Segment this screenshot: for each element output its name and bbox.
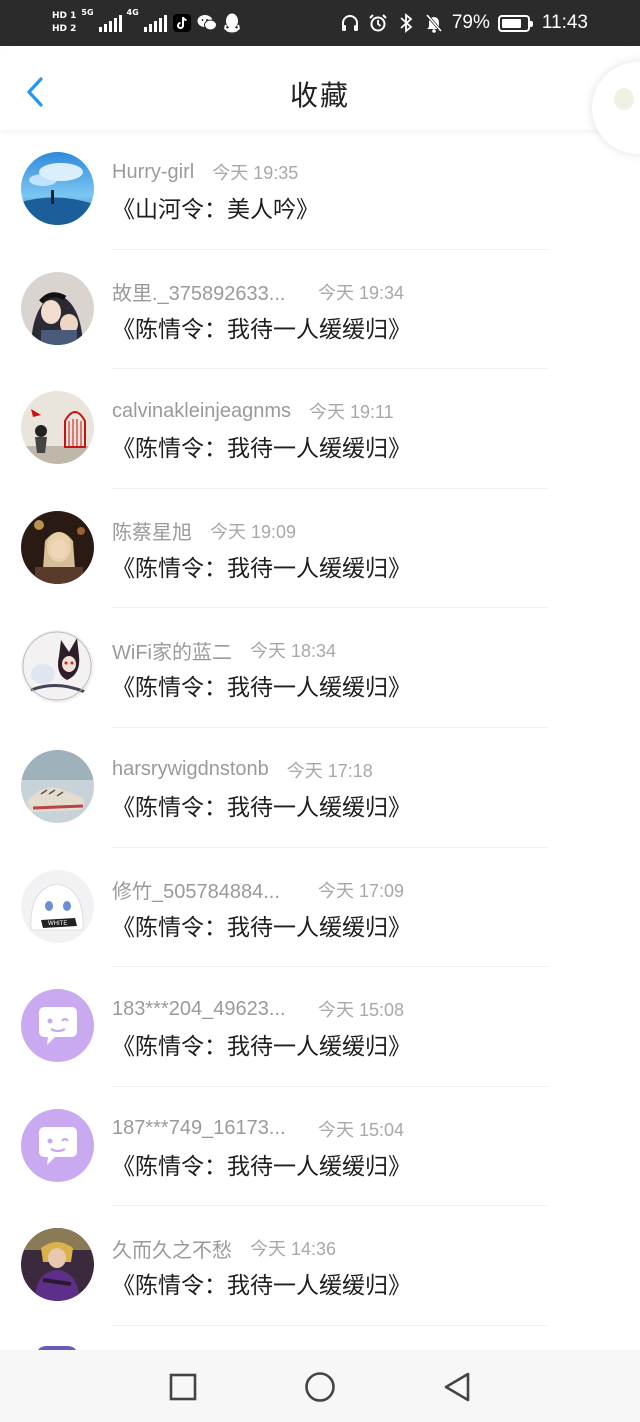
status-left: HD 1 HD 2 5G 4G [52, 6, 242, 40]
bluetooth-icon [396, 13, 416, 33]
wechat-icon [197, 13, 217, 33]
item-meta: calvinakleinjeagnms 今天 19:11 [112, 397, 394, 425]
favorite-item[interactable]: 187***749_16173... 今天 15:04 《陈情令：我待一人缓缓归》 [0, 1087, 640, 1207]
timestamp: 今天 17:09 [318, 880, 405, 901]
item-meta: harsrywigdnstonb 今天 17:18 [112, 756, 373, 784]
timestamp: 今天 19:35 [212, 163, 299, 183]
username[interactable]: 修竹_505784884... [112, 875, 300, 904]
hd2-label: HD 2 [52, 24, 77, 34]
username[interactable]: 久而久之不愁 [112, 1234, 232, 1263]
username[interactable]: 陈蔡星旭 [112, 516, 192, 545]
timestamp: 今天 18:34 [249, 641, 337, 662]
favorite-title[interactable]: 《陈情令：我待一人缓缓归》 [112, 1147, 411, 1181]
username[interactable]: 183***204_49623... [112, 998, 300, 1021]
favorite-title[interactable]: 《陈情令：我待一人缓缓归》 [112, 788, 411, 822]
network-4g-label: 4G [126, 8, 139, 17]
back-triangle-icon [444, 1372, 470, 1402]
username[interactable]: calvinakleinjeagnms [112, 400, 291, 423]
network-5g-label: 5G [81, 8, 94, 17]
favorite-title[interactable]: 《陈情令：我待一人缓缓归》 [112, 1027, 411, 1061]
favorites-list: Hurry-girl 今天 19:35 《山河令：美人吟》故里._375892633… [0, 130, 640, 1326]
favorite-item[interactable]: harsrywigdnstonb 今天 17:18 《陈情令：我待一人缓缓归》 [0, 728, 640, 848]
home-button[interactable] [303, 1370, 337, 1404]
timestamp: 今天 15:08 [318, 1000, 405, 1021]
avatar[interactable] [21, 989, 94, 1063]
status-right: 79% 11:43 [340, 0, 588, 46]
timestamp: 今天 19:09 [210, 521, 297, 542]
favorite-title[interactable]: 《陈情令：我待一人缓缓归》 [112, 310, 411, 344]
favorite-item[interactable]: Hurry-girl 今天 19:35 《山河令：美人吟》 [0, 130, 640, 250]
avatar[interactable] [21, 271, 94, 345]
favorite-title[interactable]: 《山河令：美人吟》 [112, 190, 319, 224]
favorite-item[interactable]: 久而久之不愁 今天 14:36 《陈情令：我待一人缓缓归》 [0, 1206, 640, 1326]
favorite-item[interactable]: 故里._375892633... 今天 19:34 《陈情令：我待一人缓缓归》 [0, 250, 640, 370]
item-meta: 故里._375892633... 今天 19:34 [112, 278, 404, 306]
qq-icon [222, 13, 242, 33]
avatar[interactable] [21, 1228, 94, 1302]
item-meta: 久而久之不愁 今天 14:36 [112, 1234, 336, 1262]
home-circle-icon [305, 1372, 335, 1402]
timestamp: 今天 15:04 [318, 1119, 405, 1140]
mute-bell-icon [424, 13, 444, 33]
item-meta: 183***204_49623... 今天 15:08 [112, 995, 404, 1023]
hd-indicators: HD 1 HD 2 [52, 11, 76, 35]
clock: 11:43 [541, 12, 588, 33]
favorite-title[interactable]: 《陈情令：我待一人缓缓归》 [112, 1266, 411, 1300]
signal-strength-icon [98, 14, 122, 32]
username[interactable]: harsrywigdnstonb [112, 758, 269, 781]
signal-strength-icon-2 [143, 14, 167, 32]
headphones-icon [340, 13, 360, 33]
timestamp: 今天 19:11 [308, 402, 394, 423]
favorite-title[interactable]: 《陈情令：我待一人缓缓归》 [112, 549, 411, 583]
header-bar: 收藏 [0, 46, 640, 154]
favorite-item[interactable]: calvinakleinjeagnms 今天 19:11 《陈情令：我待一人缓缓归》 [0, 369, 640, 489]
svg-text:WHITE: WHITE [48, 921, 67, 927]
item-meta: 陈蔡星旭 今天 19:09 [112, 517, 296, 545]
recents-button[interactable] [166, 1370, 200, 1404]
battery-fill [501, 18, 521, 28]
divider [112, 1324, 548, 1326]
timestamp: 今天 19:34 [318, 282, 405, 303]
tiktok-icon [172, 13, 192, 33]
favorite-item[interactable]: 陈蔡星旭 今天 19:09 《陈情令：我待一人缓缓归》 [0, 489, 640, 609]
username[interactable]: WiFi家的蓝二 [112, 636, 232, 665]
item-meta: 修竹_505784884... 今天 17:09 [112, 876, 404, 904]
username[interactable]: Hurry-girl [112, 161, 194, 184]
recents-square-icon [169, 1373, 197, 1401]
favorite-title[interactable]: 《陈情令：我待一人缓缓归》 [112, 668, 411, 702]
item-meta: Hurry-girl 今天 19:35 [112, 158, 298, 186]
timestamp: 今天 17:18 [286, 760, 373, 781]
item-meta: WiFi家的蓝二 今天 18:34 [112, 636, 336, 664]
avatar[interactable]: WHITE [21, 869, 94, 943]
status-bar: HD 1 HD 2 5G 4G 79% 11:43 [0, 0, 640, 46]
favorites-screen: HD 1 HD 2 5G 4G 79% 11:43 收藏 Hurry-girl … [0, 0, 640, 1422]
item-meta: 187***749_16173... 今天 15:04 [112, 1115, 404, 1143]
page-title: 收藏 [289, 79, 350, 112]
avatar[interactable] [21, 1108, 94, 1182]
hd1-label: HD 1 [52, 11, 77, 21]
timestamp: 今天 14:36 [250, 1239, 337, 1260]
username[interactable]: 故里._375892633... [112, 277, 300, 306]
username[interactable]: 187***749_16173... [112, 1117, 300, 1140]
back-nav-button[interactable] [440, 1370, 474, 1404]
favorite-item[interactable]: WiFi家的蓝二 今天 18:34 《陈情令：我待一人缓缓归》 [0, 608, 640, 728]
alarm-icon [368, 13, 388, 33]
favorite-item[interactable]: WHITE 修竹_505784884... 今天 17:09 《陈情令：我待一人缓缓归… [0, 848, 640, 968]
avatar[interactable] [21, 152, 94, 225]
avatar[interactable] [21, 391, 94, 465]
avatar[interactable] [21, 630, 94, 704]
favorite-title[interactable]: 《陈情令：我待一人缓缓归》 [112, 908, 411, 942]
battery-icon [497, 14, 533, 32]
system-nav-bar [0, 1350, 640, 1422]
avatar[interactable] [21, 749, 94, 823]
favorite-title[interactable]: 《陈情令：我待一人缓缓归》 [112, 429, 411, 463]
battery-percent: 79% [451, 12, 490, 33]
favorite-item[interactable]: 183***204_49623... 今天 15:08 《陈情令：我待一人缓缓归》 [0, 967, 640, 1087]
avatar[interactable] [21, 510, 94, 584]
